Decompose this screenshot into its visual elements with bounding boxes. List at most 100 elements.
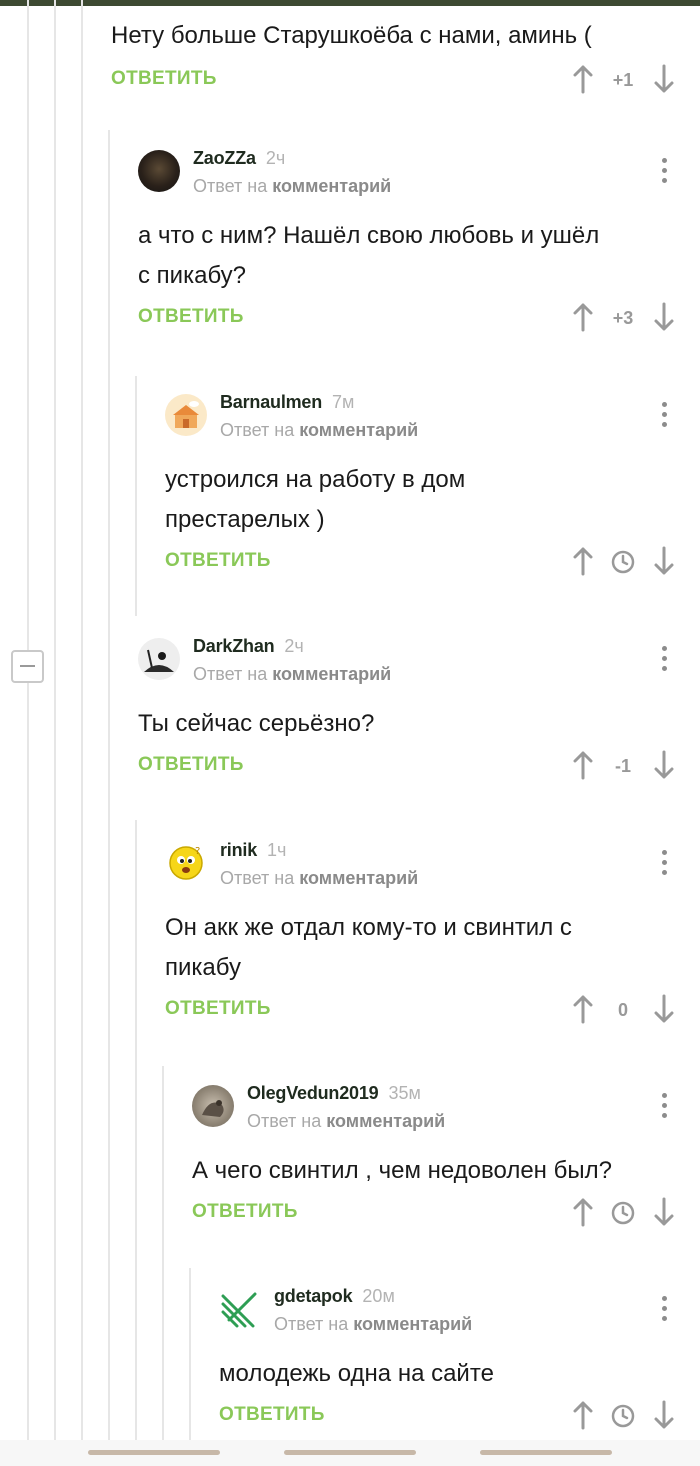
top-nav-strip <box>0 0 700 6</box>
thread-line <box>54 0 56 1440</box>
clock-icon <box>611 550 635 574</box>
username[interactable]: rinik <box>220 840 257 860</box>
reply-button[interactable]: ОТВЕТИТЬ <box>165 998 271 1020</box>
reply-info: Ответ на комментарий <box>220 420 418 441</box>
comment-actions: ОТВЕТИТЬ +1 <box>111 60 681 100</box>
more-vertical-icon[interactable] <box>661 158 667 188</box>
comment-text-line: престарелых ) <box>165 506 325 533</box>
comment-text: Ты сейчас серьёзно? <box>138 704 681 744</box>
collapse-thread-button[interactable] <box>11 650 44 683</box>
reply-button[interactable]: ОТВЕТИТЬ <box>165 550 271 572</box>
comment-barnaulmen: Barnaulmen 7м Ответ на комментарий устрои… <box>165 392 681 582</box>
reply-target-link[interactable]: комментарий <box>353 1314 472 1334</box>
reply-button[interactable]: ОТВЕТИТЬ <box>138 754 244 776</box>
username[interactable]: ZaoZZa <box>193 148 256 168</box>
comment-header: ZaoZZa 2ч Ответ на комментарий <box>138 148 681 204</box>
comment-text: А чего свинтил , чем недоволен был? <box>192 1151 681 1191</box>
more-vertical-icon[interactable] <box>661 1093 667 1123</box>
comment-text-line: Ты сейчас серьёзно? <box>138 710 375 737</box>
nav-handle[interactable] <box>284 1450 416 1455</box>
more-vertical-icon[interactable] <box>661 1296 667 1326</box>
comment-text: молодежь одна на сайте <box>219 1354 681 1394</box>
rating-value: +3 <box>612 308 634 328</box>
reply-target-link[interactable]: комментарий <box>272 176 391 196</box>
comment-header: OlegVedun2019 35м Ответ на комментарий <box>192 1083 681 1139</box>
comment-text: Нету больше Старушкоёба с нами, аминь ( <box>111 22 592 49</box>
comment-gdetapok: gdetapok 20м Ответ на комментарий молодеж… <box>219 1286 681 1436</box>
reply-info: Ответ на комментарий <box>220 868 418 889</box>
arrow-down-icon[interactable] <box>652 1197 676 1227</box>
reply-prefix: Ответ на <box>274 1314 349 1334</box>
reply-info: Ответ на комментарий <box>274 1314 472 1335</box>
comment-time: 35м <box>388 1083 421 1103</box>
thread-line <box>135 376 137 616</box>
arrow-up-icon[interactable] <box>571 546 595 576</box>
comment-time: 1ч <box>267 840 287 860</box>
arrow-up-icon[interactable] <box>571 750 595 780</box>
comment-text-line: с пикабу? <box>138 262 247 289</box>
avatar[interactable] <box>165 394 207 436</box>
more-vertical-icon[interactable] <box>661 402 667 432</box>
reply-target-link[interactable]: комментарий <box>326 1111 445 1131</box>
reply-button[interactable]: ОТВЕТИТЬ <box>192 1201 298 1223</box>
comment-text: а что с ним? Нашёл свою любовь и ушёл с … <box>138 216 681 296</box>
comment-actions: ОТВЕТИТЬ <box>192 1193 681 1233</box>
comment-actions: ОТВЕТИТЬ <box>165 542 681 582</box>
thread-line <box>162 1066 164 1440</box>
rating-value: -1 <box>614 756 631 776</box>
username[interactable]: DarkZhan <box>193 636 275 656</box>
avatar[interactable] <box>138 150 180 192</box>
arrow-up-icon[interactable] <box>571 302 595 332</box>
thread-line <box>27 0 29 1440</box>
arrow-up-icon[interactable] <box>571 994 595 1024</box>
rating-value: +1 <box>612 70 634 90</box>
arrow-down-icon[interactable] <box>652 750 676 780</box>
more-vertical-icon[interactable] <box>661 850 667 880</box>
avatar[interactable] <box>192 1085 234 1127</box>
thread-line <box>189 1268 191 1440</box>
arrow-down-icon[interactable] <box>652 64 676 94</box>
comment-text-line: а что с ним? Нашёл свою любовь и ушёл <box>138 222 600 249</box>
arrow-down-icon[interactable] <box>652 546 676 576</box>
comment-text-line: пикабу <box>165 954 241 981</box>
reply-info: Ответ на комментарий <box>247 1111 445 1132</box>
comment-time: 2ч <box>284 636 304 656</box>
comment-header: gdetapok 20м Ответ на комментарий <box>219 1286 681 1342</box>
reply-button[interactable]: ОТВЕТИТЬ <box>138 306 244 328</box>
reply-target-link[interactable]: комментарий <box>299 420 418 440</box>
reply-button[interactable]: ОТВЕТИТЬ <box>111 68 217 90</box>
username[interactable]: gdetapok <box>274 1286 353 1306</box>
avatar[interactable] <box>219 1288 261 1330</box>
nav-handle[interactable] <box>480 1450 612 1455</box>
comment-text-line: Он акк же отдал кому-то и свинтил с <box>165 914 572 941</box>
comment-time: 7м <box>332 392 355 412</box>
nav-handle[interactable] <box>88 1450 220 1455</box>
avatar[interactable]: ? <box>165 842 207 884</box>
reply-target-link[interactable]: комментарий <box>299 868 418 888</box>
arrow-up-icon[interactable] <box>571 64 595 94</box>
reply-target-link[interactable]: комментарий <box>272 664 391 684</box>
thread-line <box>108 130 110 1440</box>
arrow-up-icon[interactable] <box>571 1197 595 1227</box>
reply-prefix: Ответ на <box>193 176 268 196</box>
comment-text-line: молодежь одна на сайте <box>219 1360 494 1387</box>
svg-text:?: ? <box>195 846 200 857</box>
clock-icon <box>611 1201 635 1225</box>
username[interactable]: OlegVedun2019 <box>247 1083 379 1103</box>
comment-header: DarkZhan 2ч Ответ на комментарий <box>138 636 681 692</box>
arrow-up-icon[interactable] <box>571 1400 595 1430</box>
comment-text-line: А чего свинтил , чем недоволен был? <box>192 1157 612 1184</box>
more-vertical-icon[interactable] <box>661 646 667 676</box>
avatar[interactable] <box>138 638 180 680</box>
arrow-down-icon[interactable] <box>652 994 676 1024</box>
reply-prefix: Ответ на <box>193 664 268 684</box>
reply-prefix: Ответ на <box>220 420 295 440</box>
comment-actions: ОТВЕТИТЬ -1 <box>138 746 681 786</box>
arrow-down-icon[interactable] <box>652 302 676 332</box>
username[interactable]: Barnaulmen <box>220 392 322 412</box>
reply-button[interactable]: ОТВЕТИТЬ <box>219 1404 325 1426</box>
reply-prefix: Ответ на <box>247 1111 322 1131</box>
comment-header: ? rinik 1ч Ответ на комментарий <box>165 840 681 896</box>
arrow-down-icon[interactable] <box>652 1400 676 1430</box>
rating-value: 0 <box>617 1000 628 1020</box>
